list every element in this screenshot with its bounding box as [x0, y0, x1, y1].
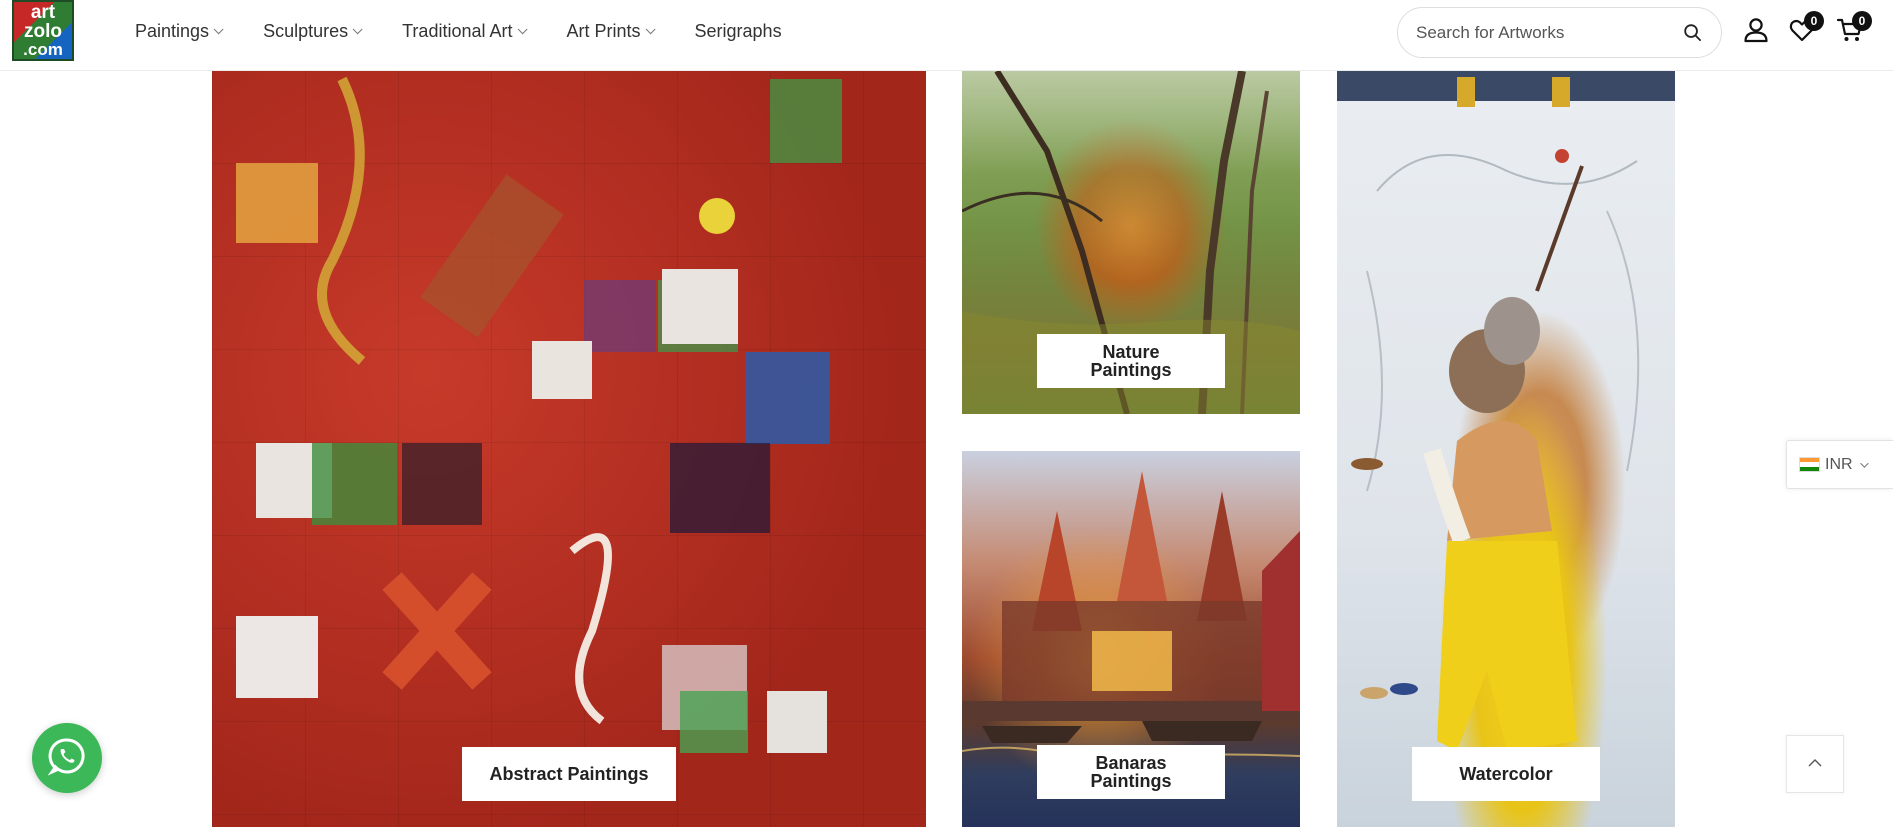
category-tile-abstract-paintings[interactable]: Abstract Paintings [212, 71, 926, 827]
chevron-down-icon [1859, 458, 1869, 468]
category-label: Nature Paintings [1037, 334, 1225, 388]
nav-item-label: Traditional Art [402, 20, 513, 41]
nav-item-label: Serigraphs [694, 20, 782, 41]
wishlist-count-badge: 0 [1804, 11, 1824, 31]
flag-stripe [1800, 466, 1819, 471]
nav-item-label: Art Prints [566, 20, 641, 41]
account-button[interactable] [1740, 16, 1772, 48]
nav-item-label: Paintings [135, 20, 210, 41]
search-box [1397, 7, 1722, 58]
chevron-down-icon [645, 23, 656, 34]
cart-count-badge: 0 [1852, 11, 1872, 31]
logo-text-line-3: .com [23, 40, 63, 59]
wishlist-button[interactable]: 0 [1786, 11, 1824, 48]
user-icon [1742, 16, 1770, 49]
site-header: art zolo .com Paintings Sculptures Tradi… [0, 0, 1893, 71]
india-flag-icon [1799, 457, 1820, 472]
cart-button[interactable]: 0 [1834, 11, 1872, 48]
whatsapp-chat-button[interactable] [32, 723, 102, 793]
abstract-painting-image [236, 76, 842, 753]
back-to-top-button[interactable] [1786, 735, 1844, 793]
chevron-down-icon [352, 23, 363, 34]
nav-item-sculptures[interactable]: Sculptures [263, 20, 363, 42]
nav-item-art-prints[interactable]: Art Prints [566, 20, 656, 42]
chevron-up-icon [1807, 755, 1823, 773]
category-label: Watercolor [1412, 747, 1600, 801]
nav-item-serigraphs[interactable]: Serigraphs [695, 21, 782, 42]
category-tile-banaras-paintings[interactable]: Banaras Paintings [962, 451, 1300, 827]
logo-text-line-2: zolo [24, 21, 62, 42]
category-label-line-2: Paintings [1090, 771, 1172, 791]
watercolor-painting-image [1351, 77, 1640, 751]
nav-item-label: Sculptures [263, 20, 349, 41]
category-label: Banaras Paintings [1037, 745, 1225, 799]
category-tile-watercolor[interactable]: Watercolor [1337, 71, 1675, 827]
search-icon[interactable] [1681, 22, 1703, 44]
whatsapp-icon [47, 736, 87, 781]
category-label-line-1: Banaras [1095, 753, 1167, 773]
nav-item-paintings[interactable]: Paintings [135, 20, 224, 42]
chevron-down-icon [213, 23, 224, 34]
artzolo-logo[interactable]: art zolo .com [12, 0, 74, 61]
search-input[interactable] [1416, 22, 1681, 43]
category-label-line-1: Nature [1102, 342, 1160, 362]
category-tile-nature-paintings[interactable]: Nature Paintings [962, 71, 1300, 414]
chevron-down-icon [517, 23, 528, 34]
currency-selector[interactable]: INR [1786, 440, 1893, 489]
main-navigation: Paintings Sculptures Traditional Art Art… [135, 0, 825, 62]
category-label-line-2: Paintings [1090, 360, 1172, 380]
category-label: Abstract Paintings [462, 747, 676, 801]
logo-text-line-1: art [30, 2, 56, 23]
nav-item-traditional-art[interactable]: Traditional Art [402, 20, 528, 42]
currency-code: INR [1825, 455, 1853, 473]
